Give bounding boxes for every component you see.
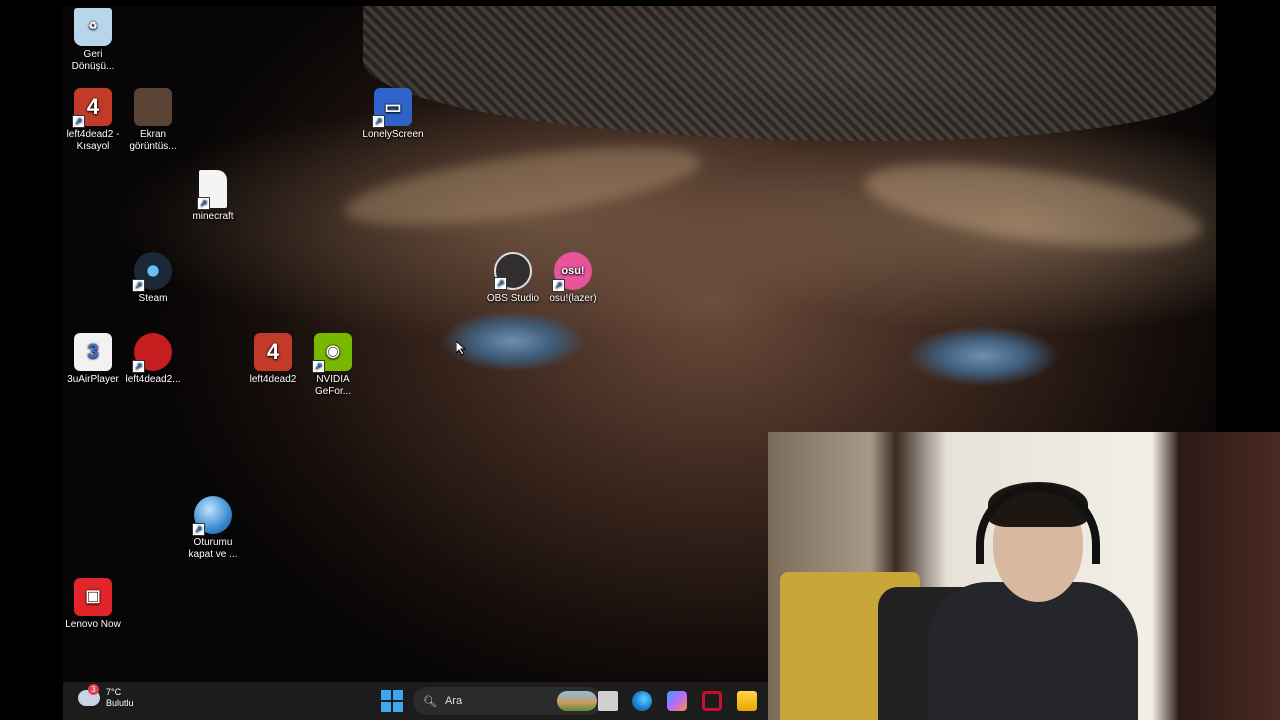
wallpaper-brow-right — [859, 147, 1207, 265]
desktop-icon-label: Lenovo Now — [65, 619, 121, 630]
weather-badge: 3 — [88, 684, 99, 695]
desktop-icon-nvidia-geforce[interactable]: ◉ ↗ NVIDIA GeFor... — [301, 333, 365, 398]
shortcut-arrow-icon: ↗ — [494, 277, 507, 290]
desktop-icon-left4dead2[interactable]: 4 left4dead2 — [241, 333, 305, 386]
desktop-icon-sign-out[interactable]: ↗ Oturumu kapat ve ... — [181, 496, 245, 561]
recycle-bin-icon: ♻ — [74, 8, 112, 46]
lonelyscreen-icon: ▭ ↗ — [372, 88, 412, 128]
taskbar: 3 7°C Bulutlu 🔍︎ Ara — [63, 682, 768, 720]
desktop-icon-steam[interactable]: ↗ Steam — [121, 252, 185, 305]
desktop-icon-lenovo-now[interactable]: ▣ Lenovo Now — [61, 578, 125, 631]
desktop-icon-obs-studio[interactable]: ↗ OBS Studio — [481, 252, 545, 305]
file-icon: ↗ — [197, 170, 227, 210]
globe-icon: ↗ — [192, 496, 232, 536]
desktop-icon-osu-lazer[interactable]: osu! ↗ osu!(lazer) — [541, 252, 605, 305]
left4dead2-shield-icon: ↗ — [132, 333, 172, 373]
desktop-icon-label: 3uAirPlayer — [67, 374, 119, 385]
desktop-icon-label: NVIDIA GeFor... — [314, 374, 352, 397]
screenshot-thumbnail-icon — [134, 88, 172, 126]
mcafee-icon[interactable] — [702, 691, 722, 711]
shortcut-arrow-icon: ↗ — [552, 279, 565, 292]
shortcut-arrow-icon: ↗ — [192, 523, 205, 536]
obs-icon: ↗ — [494, 252, 532, 290]
lenovo-now-icon: ▣ — [74, 578, 112, 616]
search-box[interactable]: 🔍︎ Ara — [413, 687, 603, 715]
weather-widget[interactable]: 3 7°C Bulutlu — [78, 684, 134, 709]
weather-temperature: 7°C — [106, 687, 122, 697]
search-placeholder: Ara — [444, 695, 463, 707]
weather-description: Bulutlu — [106, 698, 134, 708]
webcam-overlay — [768, 432, 1280, 720]
start-button[interactable] — [381, 690, 403, 712]
desktop-icon-3uairplayer[interactable]: 3 3uAirPlayer — [61, 333, 125, 386]
webcam-person-body — [928, 582, 1138, 720]
desktop-icon-label: left4dead2 — [249, 374, 297, 385]
left4dead2-icon: 4 — [254, 333, 292, 371]
desktop-icon-label: left4dead2 - Kısayol — [66, 129, 120, 152]
desktop-icon-screenshot[interactable]: Ekran görüntüs... — [121, 88, 185, 153]
file-explorer-icon[interactable] — [737, 691, 757, 711]
desktop-icon-label: osu!(lazer) — [549, 293, 597, 304]
3uairplayer-icon: 3 — [74, 333, 112, 371]
desktop-icon-label: LonelyScreen — [362, 129, 424, 140]
desktop-icon-label: minecraft — [192, 211, 234, 222]
shortcut-arrow-icon: ↗ — [197, 197, 210, 210]
shortcut-arrow-icon: ↗ — [132, 279, 145, 292]
search-icon: 🔍︎ — [423, 695, 437, 708]
mouse-cursor-icon — [456, 341, 466, 356]
desktop-icon-label: OBS Studio — [486, 293, 540, 304]
desktop-icon-label: left4dead2... — [125, 374, 181, 385]
shortcut-arrow-icon: ↗ — [132, 360, 145, 373]
edge-icon[interactable] — [632, 691, 652, 711]
shortcut-arrow-icon: ↗ — [312, 360, 325, 373]
left4dead2-icon: 4 ↗ — [72, 88, 112, 128]
webcam-curtain — [1178, 432, 1280, 720]
search-highlight-image — [557, 691, 597, 711]
cloud-icon: 3 — [78, 684, 100, 706]
steam-icon: ↗ — [132, 252, 172, 292]
wallpaper-brow-left — [340, 131, 706, 241]
desktop-icon-label: Ekran görüntüs... — [129, 129, 177, 152]
osu-icon: osu! ↗ — [552, 252, 592, 292]
windows-logo-icon — [381, 690, 391, 700]
desktop-icon-left4dead2-shortcut[interactable]: 4 ↗ left4dead2 - Kısayol — [61, 88, 125, 153]
shortcut-arrow-icon: ↗ — [72, 115, 85, 128]
task-view-icon[interactable] — [598, 691, 618, 711]
desktop-icon-lonelyscreen[interactable]: ▭ ↗ LonelyScreen — [361, 88, 425, 141]
wallpaper-hat — [363, 6, 1216, 141]
desktop-icon-minecraft[interactable]: ↗ minecraft — [181, 170, 245, 223]
copilot-icon[interactable] — [667, 691, 687, 711]
shortcut-arrow-icon: ↗ — [372, 115, 385, 128]
desktop-icon-left4dead2-admin[interactable]: ↗ left4dead2... — [121, 333, 185, 386]
desktop-icon-label: Steam — [138, 293, 168, 304]
desktop-icon-recycle-bin[interactable]: ♻ Geri Dönüşü... — [61, 8, 125, 73]
nvidia-icon: ◉ ↗ — [312, 333, 352, 373]
desktop-icon-label: Geri Dönüşü... — [71, 49, 115, 72]
desktop-icon-label: Oturumu kapat ve ... — [188, 537, 238, 560]
